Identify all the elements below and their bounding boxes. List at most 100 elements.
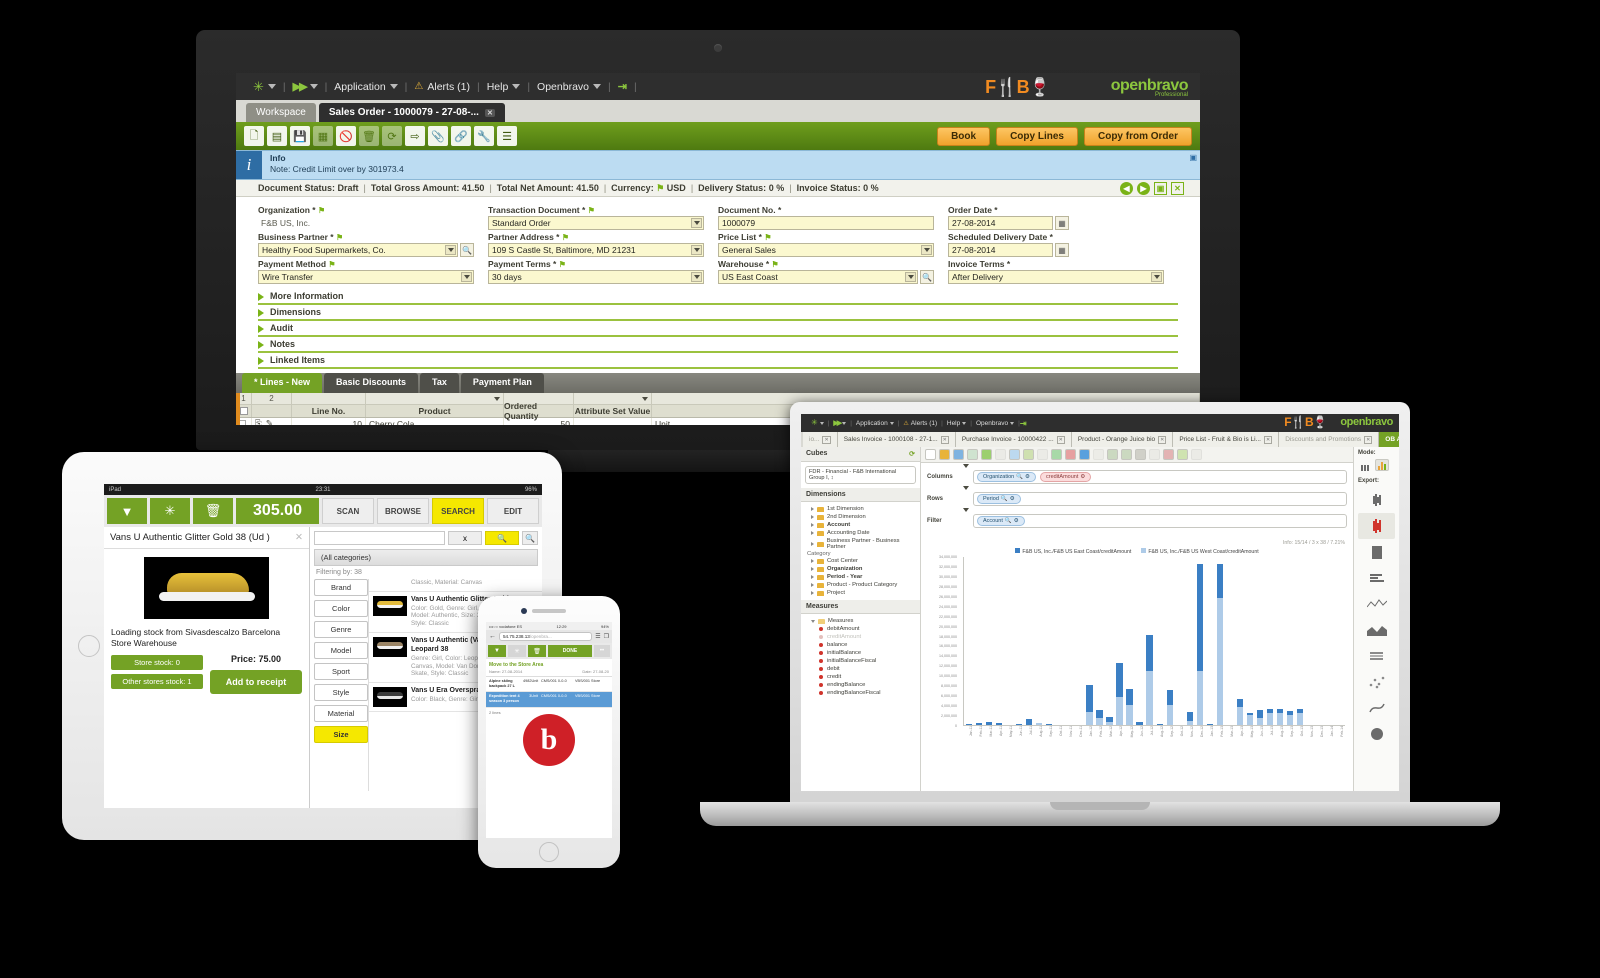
grid-filter-cell[interactable] [366,393,504,404]
horizontal-bar-chart-icon[interactable] [1358,565,1395,591]
measure-debitamount[interactable]: debitAmount [805,625,916,633]
section-audit[interactable]: Audit [258,321,1178,337]
close-icon[interactable]: ✕ [295,532,303,543]
dimension-cost-center[interactable]: Cost Center [805,557,916,565]
delete-icon[interactable]: 🗑 [359,126,379,146]
close-icon[interactable]: ✕ [484,109,495,117]
bar-column[interactable]: Mar-11 [984,557,994,737]
transaction-document-input[interactable]: Standard Order [488,216,704,230]
section-notes[interactable]: Notes [258,337,1178,353]
section-dimensions[interactable]: Dimensions [258,305,1178,321]
bubble-chart-icon[interactable] [1358,695,1395,721]
chevron-down-icon[interactable] [691,245,702,255]
menu-help[interactable]: Help [943,420,970,427]
measure-endingbalancefiscal[interactable]: endingBalanceFiscal [805,689,916,697]
tab-product[interactable]: Product - Orange Juice bio ✕ [1071,432,1174,447]
section-more-information[interactable]: More Information [258,289,1178,305]
settings-icon[interactable]: 🔧 [474,126,494,146]
bar-column[interactable]: Feb-14 [1335,557,1345,737]
col-attribute-set-value[interactable]: Attribute Set Value [574,405,652,417]
list-item[interactable]: Expedition tent 4 season 3 person 3Unit … [486,692,612,708]
search-icon[interactable]: 🔍 [460,243,474,257]
tab-purchase-invoice[interactable]: Purchase Invoice - 10000422 ... ✕ [955,432,1072,447]
scheduled-delivery-date-input[interactable]: 27-08-2014 [948,243,1053,257]
line-chart-icon[interactable] [1358,591,1395,617]
invoice-terms-input[interactable]: After Delivery [948,270,1164,284]
payment-terms-input[interactable]: 30 days [488,270,704,284]
tab-io[interactable]: io... ✕ [803,432,838,447]
measure-endingbalance[interactable]: endingBalance [805,681,916,689]
chart-mode-icon[interactable] [1375,459,1389,471]
bar-column[interactable]: Jul-11 [1024,557,1034,735]
calendar-icon[interactable]: ▦ [1055,216,1069,230]
edit-icon[interactable]: ✎ [266,418,273,425]
link-icon[interactable]: 🔗 [451,126,471,146]
bar-chart-icon[interactable] [1358,487,1395,513]
bar-column[interactable]: Oct-11 [1054,557,1064,736]
chevron-down-icon[interactable] [445,245,456,255]
export-csv-icon[interactable] [1121,449,1132,460]
star-icon[interactable]: ✳ [150,498,190,524]
tab-sales-order[interactable]: Sales Order - 1000079 - 27-08-... ✕ [318,103,505,122]
chip-organization[interactable]: Organization 🔍 ⚙ [977,472,1036,482]
hide-parents-icon[interactable] [1037,449,1048,460]
chevron-down-icon[interactable] [905,272,916,282]
search-icon[interactable]: 🔍 [485,531,519,545]
calendar-icon[interactable]: ▦ [1055,243,1069,257]
tabs-icon[interactable]: ❐ [604,633,609,640]
search-icon[interactable]: 🔍 [1001,496,1008,502]
bar-column[interactable]: Sep-13 [1285,557,1295,737]
logout-icon[interactable]: ⇥ [1020,419,1027,428]
scatter-chart-icon[interactable] [1358,669,1395,695]
bar-column[interactable]: Oct-13 [1295,557,1305,736]
dimension-1st-dimension[interactable]: 1st Dimension [805,505,916,513]
chevron-down-icon[interactable] [1151,272,1162,282]
bar-column[interactable]: Jun-12 [1135,557,1145,736]
star-menu[interactable]: ✳ [246,80,283,93]
url-input[interactable]: 54.75.238.13/openbra... [499,632,593,641]
star-menu[interactable]: ✳ [807,418,828,428]
area-chart-icon[interactable] [1358,617,1395,643]
close-icon[interactable]: ✕ [1171,181,1184,195]
col-product[interactable]: Product [366,405,504,417]
tab-workspace[interactable]: Workspace [246,103,316,122]
tablet-home-button[interactable] [78,635,100,657]
chevron-down-icon[interactable] [461,272,472,282]
pie-chart-icon[interactable] [1358,721,1395,747]
tab-search[interactable]: SEARCH [432,498,484,524]
bar-column[interactable]: Nov-13 [1305,557,1315,737]
gear-icon[interactable]: ⚙ [1080,474,1085,480]
grid-filter-cell[interactable] [292,393,366,404]
menu-openbravo[interactable]: Openbravo [530,81,608,93]
price-list-input[interactable]: General Sales [718,243,934,257]
filter-style[interactable]: Style [314,684,368,701]
bar-column[interactable]: Sep-12 [1165,557,1175,737]
bar-column[interactable]: Jul-13 [1265,557,1275,735]
table-mode-icon[interactable] [1358,459,1372,471]
warehouse-input[interactable]: US East Coast [718,270,918,284]
menu-icon[interactable]: ☰ [595,633,600,640]
close-icon[interactable]: ✕ [1056,435,1065,444]
attach-icon[interactable]: 📎 [428,126,448,146]
add-to-receipt-button[interactable]: Add to receipt [210,670,302,695]
new-row-icon[interactable]: ▤ [267,126,287,146]
partner-address-input[interactable]: 109 S Castle St, Baltimore, MD 21231 [488,243,704,257]
export-pdf-icon[interactable] [1163,449,1174,460]
tab-payment-plan[interactable]: Payment Plan [460,373,544,393]
business-partner-input[interactable]: Healthy Food Supermarkets, Co. [258,243,458,257]
measure-debit[interactable]: debit [805,665,916,673]
dimension-organization[interactable]: Organization [805,565,916,573]
tab-browse[interactable]: BROWSE [377,498,429,524]
tab-sales-invoice[interactable]: Sales Invoice - 1000108 - 27-1... ✕ [837,432,956,447]
tab-edit[interactable]: EDIT [487,498,539,524]
export-excel-icon[interactable] [1177,449,1188,460]
close-icon[interactable]: ✕ [940,435,949,444]
advanced-search-icon[interactable]: 🔍 [522,531,538,545]
bar-column[interactable]: Aug-13 [1275,557,1285,737]
chevron-down-icon[interactable] [691,272,702,282]
bar-column[interactable]: Nov-12 [1185,557,1195,737]
filter-model[interactable]: Model [314,642,368,659]
dimension-project[interactable]: Project [805,589,916,597]
bar-column[interactable]: Jan-13 [1205,557,1215,736]
menu-application[interactable]: Application [852,420,898,427]
